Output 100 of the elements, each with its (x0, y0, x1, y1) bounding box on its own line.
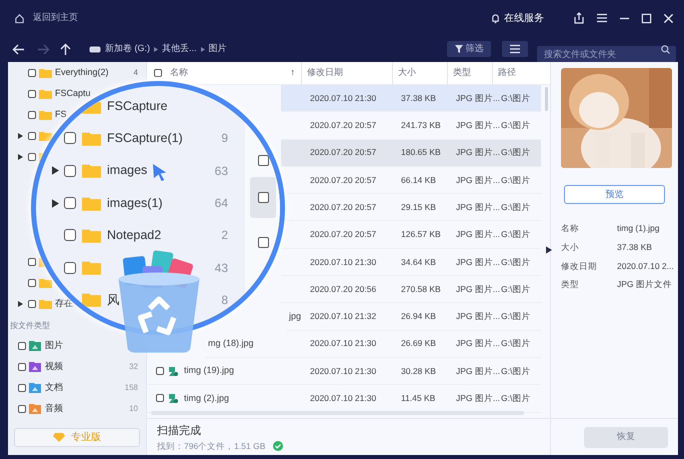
maximize-icon[interactable] (641, 12, 652, 24)
checkbox[interactable] (64, 164, 76, 177)
expand-arrow-icon[interactable] (18, 300, 23, 306)
category-label[interactable]: 视频 (45, 360, 63, 374)
category-label[interactable]: 图片 (45, 338, 63, 352)
file-row[interactable]: 2020.07.20 20:57 180.65 KB JPG 图片...G:\图片 (281, 140, 541, 167)
file-date: 2020.07.10 21:30 (310, 92, 376, 105)
home-icon[interactable] (14, 12, 25, 24)
checkbox[interactable] (28, 132, 36, 140)
file-path: G:\图片 (501, 364, 530, 378)
checkbox[interactable] (64, 197, 76, 210)
checkbox[interactable] (18, 404, 26, 412)
expand-arrow-icon[interactable] (546, 246, 552, 254)
column-header[interactable]: 路径 (498, 66, 516, 80)
item-count: 4 (134, 66, 138, 78)
file-date: 2020.07.20 20:56 (310, 282, 376, 296)
checkbox[interactable] (156, 367, 164, 376)
file-row[interactable]: 2020.07.20 20:56 270.58 KB JPG 图片...G:\图片 (281, 276, 541, 304)
search-field[interactable]: 搜索文件或文件夹 (537, 46, 676, 62)
file-date: 2020.07.10 21:30 (310, 364, 376, 378)
checkbox[interactable] (18, 384, 26, 392)
column-header[interactable]: 类型 (453, 66, 471, 80)
file-row[interactable] (250, 177, 276, 218)
file-date: 2020.07.10 21:32 (310, 310, 376, 323)
checkbox[interactable] (28, 300, 36, 308)
column-header[interactable]: 修改日期 (307, 66, 343, 80)
item-count: 32 (129, 360, 138, 372)
cursor-icon (152, 163, 168, 182)
file-row[interactable]: mg (18).jpg 2020.07.10 21:30 26.69 KB JPG 图片...G:\图片 (206, 330, 541, 358)
file-path: G:\图片 (501, 392, 530, 405)
home-link[interactable]: 返回到主页 (33, 11, 78, 25)
detail-label: 名称 (561, 222, 580, 235)
online-service-button[interactable]: 在线服务 (491, 10, 544, 26)
vertical-scrollbar[interactable] (545, 87, 548, 111)
checkbox[interactable] (28, 152, 36, 160)
detail-label: 修改日期 (561, 260, 598, 272)
file-size: 270.58 KB (401, 282, 441, 296)
folder-name[interactable]: Notepad2 (107, 226, 162, 245)
column-header[interactable]: 名称 (170, 66, 188, 80)
file-type: JPG 图片... (456, 146, 500, 160)
up-arrow-icon[interactable] (60, 43, 71, 55)
folder-name[interactable]: images(1) (107, 194, 163, 212)
folder-name[interactable]: FSCapture(1) (107, 129, 183, 148)
folder-name[interactable]: 存在 (55, 296, 73, 310)
checkbox[interactable] (64, 229, 76, 242)
file-size: 126.57 KB (401, 228, 441, 241)
checkbox[interactable] (18, 362, 26, 370)
preview-button[interactable]: 预览 (564, 185, 665, 204)
checkbox[interactable] (18, 342, 26, 350)
folder-name[interactable]: FS (55, 108, 67, 122)
folder-name[interactable]: 风 (107, 290, 120, 310)
menu-icon[interactable] (596, 13, 608, 23)
view-menu-button[interactable] (502, 41, 528, 57)
filter-button[interactable]: 筛选 (447, 41, 491, 57)
folder-name[interactable]: FSCaptu (55, 86, 91, 100)
checkbox[interactable] (64, 132, 76, 144)
item-count: 8 (221, 292, 228, 309)
breadcrumb-item[interactable]: 新加卷 (G:) (105, 42, 150, 56)
file-row[interactable]: 2020.07.10 21:30 37.38 KB JPG 图片...G:\图片 (281, 85, 541, 112)
file-path: G:\图片 (501, 174, 530, 186)
file-size: 37.38 KB (401, 92, 436, 105)
file-row[interactable]: 2020.07.10 21:30 34.64 KB JPG 图片...G:\图片 (281, 248, 541, 276)
sort-arrow[interactable]: ↑ (290, 66, 295, 80)
share-icon[interactable] (573, 12, 585, 24)
expand-arrow-icon[interactable] (18, 154, 23, 160)
breadcrumb-item[interactable]: 其他丢... (162, 42, 197, 56)
back-arrow-icon[interactable] (12, 44, 25, 54)
file-size: 66.14 KB (401, 174, 436, 186)
checkbox[interactable] (28, 90, 36, 98)
file-row[interactable]: jpg 2020.07.10 21:32 26.94 KB JPG 图片...G:\图片 (287, 303, 541, 331)
image-category-icon (29, 340, 41, 350)
folder-name[interactable]: Everything(2) (55, 66, 109, 80)
expand-arrow-icon[interactable] (52, 198, 59, 208)
file-row[interactable]: timg (19).jpg 2020.07.10 21:30 30.28 KB JPG 图片...G:\图片 (147, 358, 541, 386)
checkbox[interactable] (28, 278, 36, 286)
expand-arrow-icon[interactable] (52, 166, 59, 176)
search-icon[interactable] (661, 45, 670, 54)
checkbox[interactable] (258, 192, 268, 203)
checkbox[interactable] (154, 69, 162, 77)
category-label[interactable]: 音频 (45, 402, 63, 416)
checkbox[interactable] (64, 262, 76, 274)
expand-arrow-icon[interactable] (18, 132, 23, 138)
file-path: G:\图片 (501, 256, 530, 268)
folder-name[interactable]: FSCapture (107, 96, 168, 116)
checkbox[interactable] (258, 237, 269, 248)
checkbox[interactable] (28, 258, 36, 266)
checkbox[interactable] (28, 110, 36, 118)
column-header[interactable]: 大小 (398, 66, 416, 80)
file-type: JPG 图片... (456, 364, 500, 378)
folder-name[interactable]: images (107, 161, 148, 180)
close-icon[interactable] (663, 12, 674, 24)
category-label[interactable]: 文档 (45, 380, 63, 394)
file-path: G:\图片 (501, 228, 530, 241)
checkbox[interactable] (258, 155, 269, 166)
detail-label: 大小 (561, 240, 580, 254)
document-category-icon (29, 382, 41, 392)
breadcrumb-item[interactable]: 图片 (208, 42, 227, 56)
file-type: JPG 图片... (456, 337, 500, 350)
checkbox[interactable] (156, 394, 164, 402)
checkbox[interactable] (28, 68, 36, 76)
